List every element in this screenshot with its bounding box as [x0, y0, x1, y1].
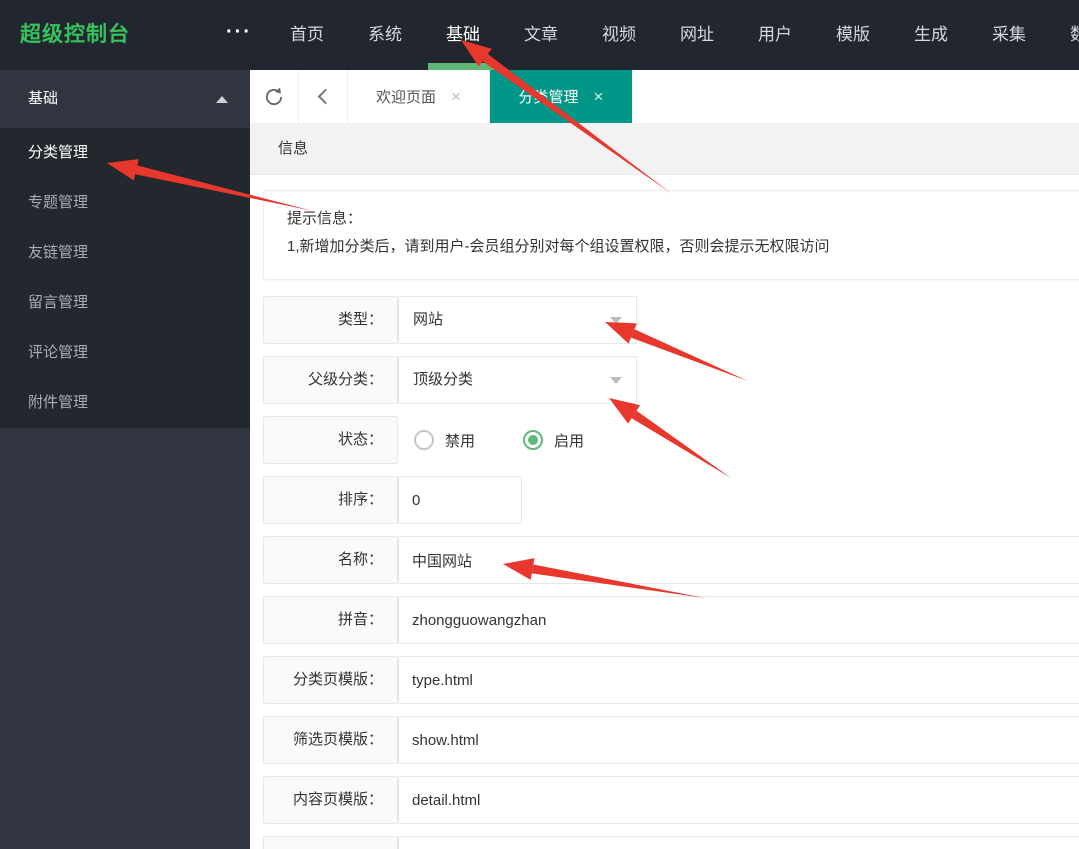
sidebar: 基础 分类管理 专题管理 友链管理 留言管理 评论管理 附件管理: [0, 70, 250, 849]
tab-welcome[interactable]: 欢迎页面 ×: [348, 70, 490, 123]
sidebar-item-category[interactable]: 分类管理: [0, 128, 250, 178]
close-icon[interactable]: ×: [594, 87, 604, 107]
sidebar-group-label: 基础: [28, 90, 59, 107]
more-menu-icon[interactable]: ···: [226, 0, 252, 70]
nav-item-article[interactable]: 文章: [524, 0, 558, 70]
type-select[interactable]: 网站: [398, 296, 637, 344]
field-label: 状态：: [263, 416, 398, 464]
radio-checked-icon: [523, 430, 544, 450]
tab-welcome-label: 欢迎页面: [376, 89, 437, 106]
radio-enabled[interactable]: 启用: [523, 430, 584, 451]
field-label: 父级分类：: [263, 356, 398, 404]
admin-console-window: 超级控制台 ··· 首页 系统 基础 文章 视频 网址 用户 模版 生成 采集 …: [0, 0, 1079, 849]
filter-template-input[interactable]: [398, 716, 1079, 764]
chevron-down-icon: [610, 317, 622, 324]
nav-item-template[interactable]: 模版: [836, 0, 870, 70]
detail-template-input[interactable]: [398, 776, 1079, 824]
field-label: 排序：: [263, 476, 398, 524]
refresh-icon: [265, 86, 283, 105]
back-icon: [317, 88, 333, 105]
nav-item-user[interactable]: 用户: [758, 0, 792, 70]
form-row-sort: 排序：: [263, 476, 1079, 524]
sidebar-item-friendlink[interactable]: 友链管理: [0, 228, 250, 278]
radio-dot: [528, 435, 539, 445]
field-label: 内容页模版：: [263, 776, 398, 824]
field-label: 筛选页模版：: [263, 716, 398, 764]
refresh-button[interactable]: [250, 70, 299, 123]
field-label: 类型：: [263, 296, 398, 344]
sidebar-item-attachment[interactable]: 附件管理: [0, 378, 250, 428]
radio-disabled-label: 禁用: [445, 432, 476, 450]
field-label: [263, 836, 398, 849]
radio-unchecked-icon: [414, 430, 434, 450]
parent-category-select-value: 顶级分类: [413, 371, 474, 388]
sidebar-item-topic[interactable]: 专题管理: [0, 178, 250, 228]
parent-category-select[interactable]: 顶级分类: [398, 356, 637, 404]
pinyin-input[interactable]: [398, 596, 1079, 644]
top-navbar: 超级控制台 ··· 首页 系统 基础 文章 视频 网址 用户 模版 生成 采集 …: [0, 0, 1079, 70]
form-row-category-template: 分类页模版：: [263, 656, 1079, 704]
main-area: 欢迎页面 × 分类管理 × 信息 提示信息： 1,新增加分类后，请到用户-会员组…: [250, 70, 1079, 849]
form-row-next-partial: [263, 836, 1079, 849]
collapse-arrow-icon: [216, 96, 228, 103]
sidebar-submenu: 分类管理 专题管理 友链管理 留言管理 评论管理 附件管理: [0, 128, 250, 428]
category-template-input[interactable]: [398, 656, 1079, 704]
sidebar-item-comment[interactable]: 评论管理: [0, 328, 250, 378]
form-row-pinyin: 拼音：: [263, 596, 1079, 644]
form-row-parent-category: 父级分类： 顶级分类: [263, 356, 1079, 404]
active-nav-underline: [428, 63, 498, 70]
radio-enabled-label: 启用: [554, 432, 585, 450]
top-menu: 首页 系统 基础 文章 视频 网址 用户 模版 生成 采集 数: [290, 0, 1079, 70]
sidebar-group-basic[interactable]: 基础: [0, 70, 250, 128]
form-row-name: 名称：: [263, 536, 1079, 584]
back-button[interactable]: [299, 70, 348, 123]
tab-category-label: 分类管理: [518, 89, 579, 106]
notice-panel: 提示信息： 1,新增加分类后，请到用户-会员组分别对每个组设置权限，否则会提示无…: [263, 190, 1079, 280]
field-label: 分类页模版：: [263, 656, 398, 704]
tab-bar: 欢迎页面 × 分类管理 ×: [250, 70, 1079, 123]
tab-category[interactable]: 分类管理 ×: [490, 70, 632, 123]
app-title: 超级控制台: [20, 23, 130, 46]
nav-item-home[interactable]: 首页: [290, 0, 324, 70]
next-field-input[interactable]: [398, 836, 1079, 849]
notice-text: 1,新增加分类后，请到用户-会员组分别对每个组设置权限，否则会提示无权限访问: [287, 238, 830, 255]
nav-item-system[interactable]: 系统: [368, 0, 402, 70]
sort-input[interactable]: [398, 476, 522, 524]
nav-item-basic-label: 基础: [446, 25, 480, 44]
nav-item-generate[interactable]: 生成: [914, 0, 948, 70]
type-select-value: 网站: [413, 311, 444, 328]
name-input[interactable]: [398, 536, 1079, 584]
close-icon[interactable]: ×: [451, 87, 461, 107]
form-row-filter-template: 筛选页模版：: [263, 716, 1079, 764]
status-radio-group: 禁用 启用: [398, 416, 584, 464]
chevron-down-icon: [610, 377, 622, 384]
notice-title: 提示信息：: [287, 210, 363, 227]
field-label: 拼音：: [263, 596, 398, 644]
form-row-type: 类型： 网站: [263, 296, 1079, 344]
nav-item-website[interactable]: 网址: [680, 0, 714, 70]
nav-item-collect[interactable]: 采集: [992, 0, 1026, 70]
radio-disabled[interactable]: 禁用: [414, 430, 475, 451]
form-row-status: 状态： 禁用 启用: [263, 416, 1079, 464]
nav-item-basic[interactable]: 基础: [428, 0, 498, 70]
field-label: 名称：: [263, 536, 398, 584]
sidebar-item-message[interactable]: 留言管理: [0, 278, 250, 328]
nav-item-video[interactable]: 视频: [602, 0, 636, 70]
page-title: 信息: [250, 123, 1079, 175]
nav-item-data[interactable]: 数: [1070, 0, 1079, 70]
form-row-detail-template: 内容页模版：: [263, 776, 1079, 824]
